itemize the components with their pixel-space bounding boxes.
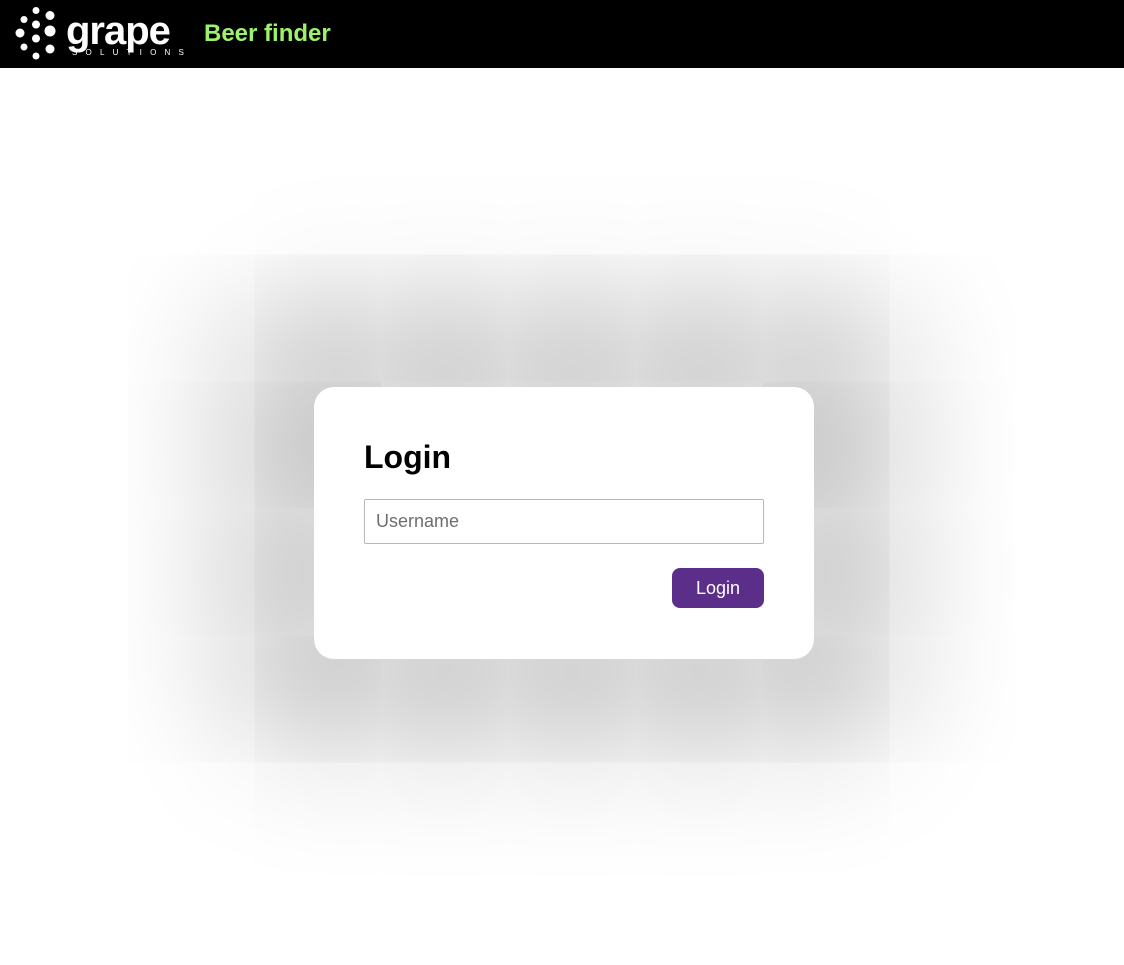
username-input[interactable] <box>364 499 764 544</box>
login-button[interactable]: Login <box>672 568 764 608</box>
login-heading: Login <box>364 439 452 475</box>
top-bar: grape SOLUTIONS Beer finder <box>0 0 1124 68</box>
logo-tagline: SOLUTIONS <box>72 48 192 57</box>
grape-solutions-logo[interactable]: grape SOLUTIONS <box>14 6 192 61</box>
login-card: Login Login <box>314 387 814 659</box>
grape-dots-icon <box>15 7 56 60</box>
app-title: Beer finder <box>204 20 331 47</box>
logo-wordmark: grape <box>66 9 170 53</box>
